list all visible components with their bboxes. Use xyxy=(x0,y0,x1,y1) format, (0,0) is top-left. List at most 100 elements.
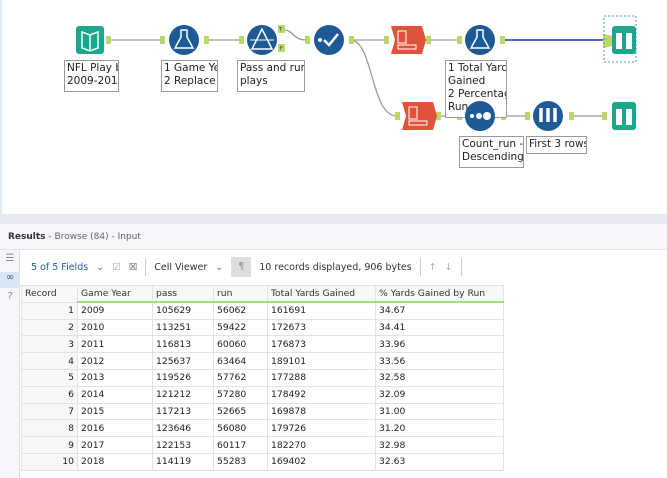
table-cell[interactable]: 31.20 xyxy=(375,419,504,438)
table-cell[interactable]: 2012 xyxy=(77,352,153,370)
table-cell[interactable]: 169878 xyxy=(267,402,376,421)
table-cell[interactable]: 34.41 xyxy=(375,318,504,337)
record-status: 10 records displayed, 906 bytes xyxy=(259,261,412,273)
table-cell[interactable]: 60117 xyxy=(213,436,268,454)
select-tool[interactable] xyxy=(391,26,426,54)
filter-tool[interactable] xyxy=(247,25,277,55)
chevron-down-icon[interactable]: ⌄ xyxy=(215,262,223,273)
table-cell[interactable]: 182270 xyxy=(267,436,376,454)
browse-tool-2[interactable] xyxy=(612,102,636,130)
table-cell[interactable]: 179726 xyxy=(267,419,376,438)
table-cell[interactable]: 105629 xyxy=(152,301,214,320)
record-number[interactable]: 10 xyxy=(21,452,78,471)
table-cell[interactable]: 55283 xyxy=(213,452,268,471)
table-cell[interactable]: 121212 xyxy=(152,385,214,404)
select-tool-2[interactable] xyxy=(402,102,437,130)
table-cell[interactable]: 2011 xyxy=(77,335,153,354)
column-header[interactable]: pass xyxy=(152,285,214,304)
table-cell[interactable]: 161691 xyxy=(267,301,376,320)
arrow-up-icon[interactable]: ↑ xyxy=(429,262,437,273)
table-cell[interactable]: 2013 xyxy=(77,368,153,387)
formula-tool[interactable] xyxy=(169,25,199,55)
column-header[interactable]: % Yards Gained by Run xyxy=(375,285,504,304)
table-cell[interactable]: 2017 xyxy=(77,436,153,454)
table-cell[interactable]: 169402 xyxy=(267,452,376,471)
column-header[interactable]: Game Year xyxy=(77,285,153,304)
cell-viewer-dropdown[interactable]: Cell Viewer xyxy=(154,262,207,273)
arrow-down-icon[interactable]: ↓ xyxy=(445,262,453,273)
table-cell[interactable]: 56080 xyxy=(213,419,268,438)
table-cell[interactable]: 57762 xyxy=(213,368,268,387)
column-header[interactable]: Total Yards Gained xyxy=(267,285,376,304)
table-cell[interactable]: 34.67 xyxy=(375,301,504,320)
binoculars-icon[interactable]: ∞ xyxy=(0,272,20,288)
table-cell[interactable]: 172673 xyxy=(267,318,376,337)
splitter[interactable] xyxy=(0,214,667,224)
table-cell[interactable]: 33.96 xyxy=(375,335,504,354)
table-cell[interactable]: 122153 xyxy=(152,436,214,454)
table-cell[interactable]: 113251 xyxy=(152,318,214,337)
table-cell[interactable]: 116813 xyxy=(152,335,214,354)
table-cell[interactable]: 32.98 xyxy=(375,436,504,454)
table-cell[interactable]: 178492 xyxy=(267,385,376,404)
column-header[interactable]: run xyxy=(213,285,268,304)
table-cell[interactable]: 114119 xyxy=(152,452,214,471)
workflow-canvas[interactable]: T F NFL Play by Play 2009-2018.csv 1 Gam… xyxy=(0,0,667,214)
list-icon[interactable]: ☰ xyxy=(0,253,20,269)
record-number[interactable]: 3 xyxy=(21,335,78,354)
table-cell[interactable]: 2010 xyxy=(77,318,153,337)
table-row: 1 2009 105629 56062 161691 34.67 xyxy=(21,301,504,320)
table-row: 5 2013 119526 57762 177288 32.58 xyxy=(21,368,504,387)
results-sidebar: ☰ ∞ ? xyxy=(0,250,20,478)
join-tool[interactable] xyxy=(314,25,344,55)
record-number[interactable]: 9 xyxy=(21,436,78,454)
table-cell[interactable]: 56062 xyxy=(213,301,268,320)
record-number[interactable]: 2 xyxy=(21,318,78,337)
chevron-down-icon[interactable]: ⌄ xyxy=(96,262,104,273)
record-number[interactable]: 4 xyxy=(21,352,78,370)
table-cell[interactable]: 33.56 xyxy=(375,352,504,370)
table-cell[interactable]: 2015 xyxy=(77,402,153,421)
divider xyxy=(419,258,421,276)
table-cell[interactable]: 125637 xyxy=(152,352,214,370)
table-cell[interactable]: 32.09 xyxy=(375,385,504,404)
table-cell[interactable]: 117213 xyxy=(152,402,214,421)
false-anchor: F xyxy=(280,46,283,52)
table-cell[interactable]: 2014 xyxy=(77,385,153,404)
table-cell[interactable]: 177288 xyxy=(267,368,376,387)
help-icon[interactable]: ? xyxy=(0,291,20,307)
clear-fields-icon[interactable]: ☒ xyxy=(129,262,138,273)
formula-tool-2[interactable] xyxy=(465,25,495,55)
table-cell[interactable]: 32.63 xyxy=(375,452,504,471)
table-cell[interactable]: 59422 xyxy=(213,318,268,337)
check-fields-icon[interactable]: ☑ xyxy=(112,262,121,273)
pilcrow-icon[interactable]: ¶ xyxy=(231,257,252,277)
table-cell[interactable]: 31.00 xyxy=(375,402,504,421)
table-cell[interactable]: 57280 xyxy=(213,385,268,404)
table-cell[interactable]: 52665 xyxy=(213,402,268,421)
record-number[interactable]: 7 xyxy=(21,402,78,421)
results-toolbar: 5 of 5 Fields ⌄ ☑ ☒ Cell Viewer ⌄ ¶ 10 r… xyxy=(21,251,667,283)
table-cell[interactable]: 123646 xyxy=(152,419,214,438)
browse-tool[interactable] xyxy=(612,26,636,54)
sort-annotation: Count_run - Descending xyxy=(459,136,524,168)
table-cell[interactable]: 63464 xyxy=(213,352,268,370)
fields-dropdown[interactable]: 5 of 5 Fields xyxy=(31,262,88,273)
record-number[interactable]: 6 xyxy=(21,385,78,404)
formula2-annotation: 1 Total Yards Gained 2 Percentage Run xyxy=(445,60,507,118)
table-cell[interactable]: 2016 xyxy=(77,419,153,438)
sample-tool[interactable] xyxy=(533,101,563,131)
record-number[interactable]: 8 xyxy=(21,419,78,438)
record-number[interactable]: 1 xyxy=(21,301,78,320)
column-header[interactable]: Record xyxy=(21,285,78,303)
table-cell[interactable]: 2009 xyxy=(77,301,153,320)
table-cell[interactable]: 119526 xyxy=(152,368,214,387)
table-cell[interactable]: 189101 xyxy=(267,352,376,370)
table-cell[interactable]: 60060 xyxy=(213,335,268,354)
table-cell[interactable]: 32.58 xyxy=(375,368,504,387)
table-cell[interactable]: 2018 xyxy=(77,452,153,471)
table-row: 4 2012 125637 63464 189101 33.56 xyxy=(21,352,504,370)
input-data-tool[interactable] xyxy=(76,26,104,54)
table-cell[interactable]: 176873 xyxy=(267,335,376,354)
record-number[interactable]: 5 xyxy=(21,368,78,387)
